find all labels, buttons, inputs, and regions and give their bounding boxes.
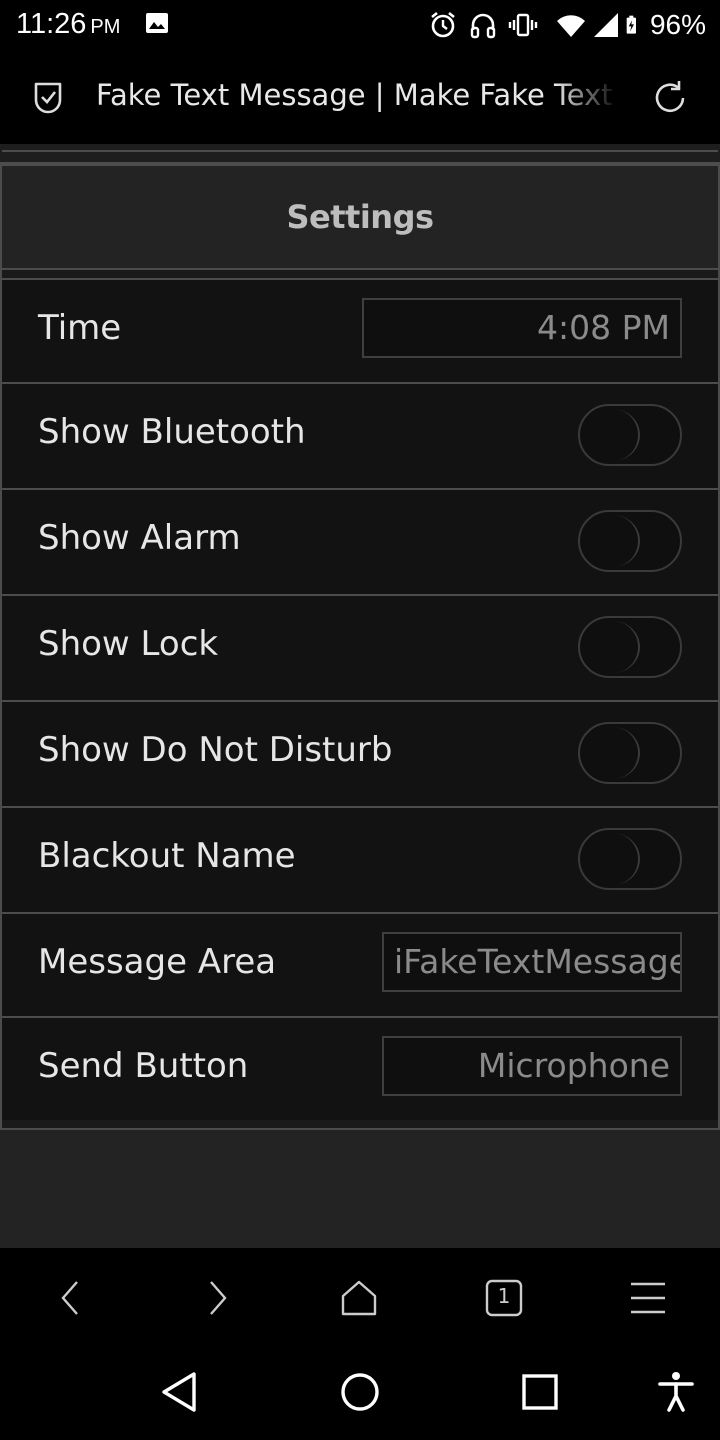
android-nav-bar <box>0 1344 720 1440</box>
home-icon[interactable] <box>339 1278 379 1318</box>
setting-row-blackout-name: Blackout Name <box>2 806 718 912</box>
battery-charging-icon <box>626 15 636 34</box>
vibrate-icon <box>508 13 538 37</box>
android-back-icon[interactable] <box>158 1370 202 1414</box>
status-ampm: PM <box>90 16 121 38</box>
setting-row-show-bluetooth: Show Bluetooth <box>2 382 718 488</box>
setting-row-show-lock: Show Lock <box>2 594 718 700</box>
back-arrow-icon[interactable] <box>52 1278 92 1318</box>
setting-label: Show Lock <box>38 624 219 664</box>
browser-toolbar: Fake Text Message | Make Fake Text <box>0 50 720 144</box>
setting-label: Show Alarm <box>38 518 241 558</box>
show-lock-toggle[interactable] <box>578 616 682 678</box>
show-alarm-toggle[interactable] <box>578 510 682 572</box>
accessibility-icon[interactable] <box>654 1370 698 1414</box>
gallery-icon <box>146 13 168 33</box>
setting-label: Blackout Name <box>38 836 296 876</box>
shield-check-icon[interactable] <box>28 78 68 118</box>
setting-row-message-area: Message Area iFakeTextMessage <box>2 912 718 1016</box>
setting-label: Show Do Not Disturb <box>38 730 393 770</box>
menu-icon[interactable] <box>628 1278 668 1318</box>
setting-label: Send Button <box>38 1046 249 1086</box>
settings-list: Time 4:08 PM Show Bluetooth Show Alarm S… <box>2 278 718 1120</box>
blackout-name-toggle[interactable] <box>578 828 682 890</box>
send-button-input[interactable]: Microphone <box>382 1036 682 1096</box>
setting-row-show-alarm: Show Alarm <box>2 488 718 594</box>
time-input[interactable]: 4:08 PM <box>362 298 682 358</box>
battery-percent: 96% <box>649 9 706 40</box>
setting-label: Time <box>38 308 122 348</box>
browser-bottom-bar: 1 <box>0 1248 720 1344</box>
alarm-icon <box>431 11 455 38</box>
setting-row-show-do-not-disturb: Show Do Not Disturb <box>2 700 718 806</box>
setting-label: Message Area <box>38 942 277 982</box>
headphones-icon <box>470 13 496 39</box>
status-time: 11:26 PM <box>16 8 120 41</box>
settings-title: Settings <box>286 198 434 236</box>
setting-row-time: Time 4:08 PM <box>2 278 718 382</box>
settings-header: Settings <box>2 166 718 280</box>
android-home-icon[interactable] <box>338 1370 382 1414</box>
status-time-text: 11:26 <box>16 8 87 40</box>
android-recents-icon[interactable] <box>518 1370 562 1414</box>
message-area-input[interactable]: iFakeTextMessage <box>382 932 682 992</box>
signal-icon <box>593 13 618 37</box>
page-title[interactable]: Fake Text Message | Make Fake Text <box>96 78 618 112</box>
status-bar: 11:26 PM 96% <box>0 0 720 50</box>
setting-row-send-button: Send Button Microphone <box>2 1016 718 1120</box>
tabs-button[interactable]: 1 <box>484 1278 524 1318</box>
web-content: Settings Time 4:08 PM Show Bluetooth Sho… <box>0 144 720 1248</box>
forward-arrow-icon[interactable] <box>196 1278 236 1318</box>
tab-count: 1 <box>497 1284 511 1308</box>
divider <box>0 144 720 164</box>
reload-icon[interactable] <box>650 78 690 118</box>
wifi-icon <box>556 15 585 37</box>
settings-panel: Settings Time 4:08 PM Show Bluetooth Sho… <box>0 164 720 1130</box>
setting-label: Show Bluetooth <box>38 412 306 452</box>
show-bluetooth-toggle[interactable] <box>578 404 682 466</box>
show-do-not-disturb-toggle[interactable] <box>578 722 682 784</box>
